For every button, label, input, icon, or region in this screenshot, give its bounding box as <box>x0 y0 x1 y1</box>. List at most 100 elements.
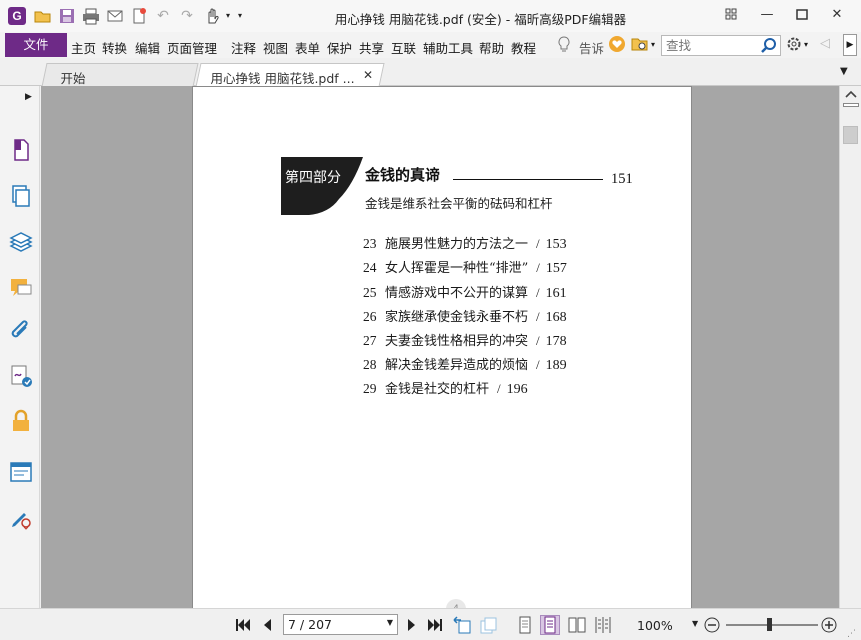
open-icon[interactable] <box>34 7 52 25</box>
search-icon[interactable] <box>760 37 778 55</box>
app-logo-icon[interactable]: G <box>8 7 26 25</box>
toc-entry[interactable]: 23 施展男性魅力的方法之一 / 153 <box>363 233 567 253</box>
search-box[interactable] <box>661 35 781 56</box>
title-bar: G ↶ ↷ ▾ ▾ 用心挣钱 用脑花钱.pdf (安全) - 福昕高级PDF编辑… <box>0 0 861 32</box>
toc-number: 25 <box>363 285 377 300</box>
previous-page-button[interactable] <box>259 617 277 633</box>
email-icon[interactable] <box>106 7 124 25</box>
ribbon-prev-icon[interactable]: ◁ <box>820 36 830 51</box>
first-page-button[interactable] <box>234 617 252 633</box>
file-menu[interactable]: 文件 <box>5 33 67 57</box>
settings-dropdown-icon[interactable]: ▾ <box>804 40 808 49</box>
menu-edit[interactable]: 编辑 <box>135 38 160 57</box>
toc-page: 168 <box>545 310 567 325</box>
security-lock-icon[interactable] <box>9 409 33 433</box>
toc-entry[interactable]: 24 女人挥霍是一种性“排泄” / 157 <box>363 257 567 277</box>
zoom-dropdown-icon[interactable]: ▼ <box>692 619 698 628</box>
undo-icon[interactable]: ↶ <box>154 7 172 25</box>
single-page-view-icon[interactable] <box>515 615 535 635</box>
facing-view-icon[interactable] <box>567 615 587 635</box>
pages-panel-icon[interactable] <box>9 184 33 208</box>
toc-page: 189 <box>545 358 567 373</box>
settings-gear-icon[interactable] <box>786 35 802 53</box>
attachments-panel-icon[interactable] <box>9 320 33 344</box>
close-window-button[interactable]: ✕ <box>822 4 852 26</box>
ribbon-next-icon[interactable]: ▶ <box>843 34 857 56</box>
part-label: 第四部分 <box>285 170 341 186</box>
tab-document[interactable]: 用心挣钱 用脑花钱.pdf ... ✕ <box>195 63 385 87</box>
toc-entry[interactable]: 27 夫妻金钱性格相异的冲突 / 178 <box>363 330 567 350</box>
menu-protect[interactable]: 保护 <box>327 38 352 57</box>
continuous-facing-view-icon[interactable] <box>593 615 613 635</box>
status-bar: 7 / 207 ▼ 100% ▼ ⋰ <box>0 608 861 640</box>
toc-entry[interactable]: 25 情感游戏中不公开的谋算 / 161 <box>363 282 567 302</box>
page-thumbnail-icon[interactable] <box>9 138 33 162</box>
new-document-icon[interactable] <box>130 7 148 25</box>
tell-me-label[interactable]: 告诉 <box>579 38 604 57</box>
close-tab-icon[interactable]: ✕ <box>363 68 373 82</box>
toc-entry[interactable]: 29 金钱是社交的杠杆 / 196 <box>363 378 528 398</box>
expand-panel-icon[interactable]: ▶ <box>25 92 32 102</box>
find-folder-icon[interactable] <box>631 35 649 53</box>
menu-convert[interactable]: 转换 <box>102 38 127 57</box>
menu-page-manage[interactable]: 页面管理 <box>167 38 217 57</box>
maximize-button[interactable] <box>787 4 817 26</box>
menu-comment[interactable]: 注释 <box>231 38 256 57</box>
comments-panel-icon[interactable] <box>9 276 33 300</box>
zoom-out-icon[interactable] <box>703 616 721 634</box>
page-select-arrow-icon[interactable]: ▼ <box>387 618 393 627</box>
toc-separator: / <box>536 236 540 251</box>
toc-title: 解决金钱差异造成的烦恼 <box>385 358 529 373</box>
menu-form[interactable]: 表单 <box>295 38 320 57</box>
toc-title: 施展男性魅力的方法之一 <box>385 237 529 252</box>
menu-share[interactable]: 共享 <box>359 38 384 57</box>
zoom-level[interactable]: 100% <box>637 618 673 633</box>
next-view-icon[interactable] <box>478 615 498 635</box>
signature-panel-icon[interactable] <box>9 364 33 388</box>
resize-grip-icon[interactable]: ⋰ <box>847 629 856 639</box>
toc-separator: / <box>536 309 540 324</box>
previous-view-icon[interactable] <box>452 615 472 635</box>
menu-accessibility[interactable]: 辅助工具 <box>423 38 473 57</box>
ribbon-display-icon[interactable] <box>716 4 746 26</box>
vertical-scrollbar[interactable] <box>839 86 861 608</box>
toc-entry[interactable]: 26 家族继承使金钱永垂不朽 / 168 <box>363 306 567 326</box>
find-dropdown-icon[interactable]: ▾ <box>651 40 655 49</box>
section-page-number: 151 <box>611 171 633 187</box>
zoom-slider-thumb[interactable] <box>767 618 772 631</box>
menu-home[interactable]: 主页 <box>71 38 96 57</box>
menu-view[interactable]: 视图 <box>263 38 288 57</box>
scroll-up-arrow-icon[interactable] <box>844 88 858 100</box>
last-page-button[interactable] <box>426 617 444 633</box>
menu-connect[interactable]: 互联 <box>391 38 416 57</box>
toc-entry[interactable]: 28 解决金钱差异造成的烦恼 / 189 <box>363 354 567 374</box>
page-number-select[interactable]: 7 / 207 ▼ <box>283 614 398 635</box>
toc-page: 178 <box>545 334 567 349</box>
layers-panel-icon[interactable] <box>9 230 33 254</box>
lightbulb-icon[interactable] <box>556 35 572 53</box>
toc-separator: / <box>536 357 540 372</box>
feedback-icon[interactable] <box>608 35 626 53</box>
save-icon[interactable] <box>58 7 76 25</box>
tab-list-dropdown-icon[interactable]: ▼ <box>840 66 848 77</box>
redo-icon[interactable]: ↷ <box>178 7 196 25</box>
next-page-button[interactable] <box>402 617 420 633</box>
scroll-split-handle[interactable] <box>843 103 859 107</box>
form-fields-icon[interactable] <box>9 460 33 484</box>
minimize-button[interactable]: — <box>752 4 782 26</box>
toc-title: 女人挥霍是一种性“排泄” <box>385 261 529 276</box>
toc-title: 夫妻金钱性格相异的冲突 <box>385 334 529 349</box>
scroll-thumb[interactable] <box>843 126 858 144</box>
menu-help[interactable]: 帮助 <box>479 38 504 57</box>
print-icon[interactable] <box>82 7 100 25</box>
document-viewport[interactable]: 第四部分 金钱的真谛 151 金钱是维系社会平衡的砝码和杠杆 23 施展男性魅力的… <box>41 86 839 608</box>
tab-start[interactable]: 开始 <box>41 63 199 87</box>
menu-tutorial[interactable]: 教程 <box>511 38 536 57</box>
search-input[interactable] <box>662 36 758 55</box>
certify-pen-icon[interactable] <box>9 506 33 530</box>
zoom-slider-track[interactable] <box>726 624 818 626</box>
continuous-view-icon[interactable] <box>540 615 560 635</box>
quick-access-customize-icon[interactable]: ▾ <box>231 7 249 25</box>
zoom-in-icon[interactable] <box>820 616 838 634</box>
tab-bar: 开始 用心挣钱 用脑花钱.pdf ... ✕ ▼ <box>0 58 861 87</box>
